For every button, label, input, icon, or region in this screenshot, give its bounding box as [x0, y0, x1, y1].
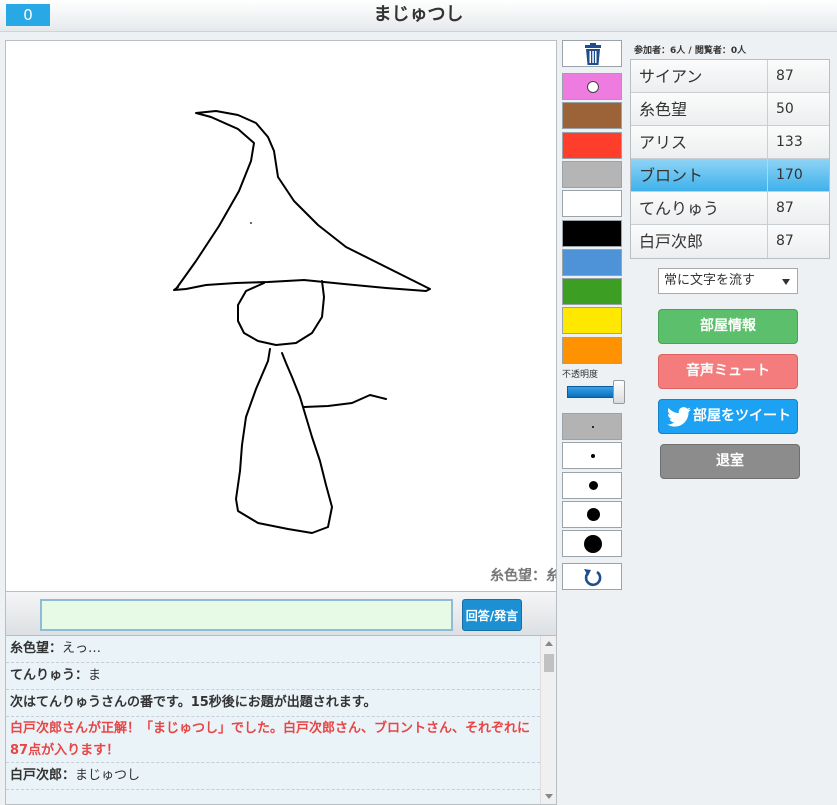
mute-button[interactable]: 音声ミュート [658, 354, 798, 389]
brush-size-button[interactable] [562, 413, 622, 440]
player-row: アリス 133 [631, 126, 829, 159]
brush-dot-icon [588, 481, 598, 491]
brush-dot-icon [584, 535, 602, 554]
player-row: サイアン 87 [631, 60, 829, 93]
color-swatch[interactable] [562, 160, 622, 188]
color-swatch[interactable] [562, 190, 622, 218]
room-stats: 参加者：6人 / 閲覧者：0人 [634, 46, 747, 56]
header: 0 まじゅつし [0, 0, 837, 32]
color-swatch[interactable] [562, 73, 622, 100]
color-swatch[interactable] [562, 307, 622, 335]
opacity-slider-thumb[interactable] [613, 380, 625, 404]
chevron-down-icon [782, 279, 790, 285]
color-swatch[interactable] [562, 102, 622, 130]
answer-submit-button[interactable]: 回答/発言 [462, 599, 522, 631]
player-list: サイアン 87 糸色望 50 アリス 133 ブロント 170 てんりゅう 87 白戸次郎… [630, 59, 830, 259]
player-name: てんりゅう [639, 199, 720, 218]
chat-text: 白戸次郎さんが正解！「まじゅつし」でした。白戸次郎さん、ブロントさん、それぞれに… [10, 721, 531, 758]
answer-input[interactable] [40, 599, 453, 631]
opacity-slider[interactable] [567, 380, 625, 404]
player-score: 87 [767, 60, 831, 93]
chat-list: 糸色望：えっ… てんりゅう：ま 次はてんりゅうさんの番です。15秒後にお題が出題… [6, 636, 540, 790]
color-swatch[interactable] [562, 248, 622, 276]
scroll-thumb[interactable] [544, 654, 554, 672]
player-name: 白戸次郎 [639, 232, 704, 251]
color-swatch[interactable] [562, 278, 622, 306]
page-title: まじゅつし [373, 4, 464, 25]
text-scroll-select[interactable]: 常に文字を流す [658, 268, 798, 294]
player-row: 白戸次郎 87 [631, 225, 829, 258]
player-row: てんりゅう 87 [631, 192, 829, 225]
brush-size-button[interactable] [562, 500, 622, 528]
color-swatch[interactable] [562, 336, 622, 364]
brush-dot-icon [592, 426, 594, 428]
chat-system-message: 次はてんりゅうさんの番です。15秒後にお題が出題されます。 [6, 690, 540, 717]
player-row-active: ブロント 170 [631, 159, 829, 192]
player-name: サイアン [639, 67, 703, 86]
scroll-down-icon[interactable] [545, 794, 553, 799]
chat-correct-message: 白戸次郎さんが正解！「まじゅつし」でした。白戸次郎さん、ブロントさん、それぞれに… [6, 717, 540, 763]
trash-icon [585, 43, 601, 65]
color-swatch[interactable] [562, 219, 622, 247]
player-name: アリス [639, 133, 688, 152]
chat-text: まじゅつし [75, 768, 141, 783]
twitter-bird-icon [667, 407, 691, 427]
chat-scrollbar[interactable] [540, 636, 556, 804]
leave-room-button[interactable]: 退室 [660, 444, 800, 479]
answer-bar: 回答/発言 [5, 592, 557, 636]
player-score: 87 [767, 225, 831, 258]
opacity-slider-track[interactable] [567, 386, 617, 398]
brush-dot-icon [586, 508, 600, 522]
brush-size-button[interactable] [562, 530, 622, 558]
room-info-button[interactable]: 部屋情報 [658, 309, 798, 344]
clear-canvas-button[interactable] [562, 40, 622, 67]
chat-message: てんりゅう：ま [6, 663, 540, 690]
player-name: ブロント [639, 166, 704, 185]
text-scroll-select-value: 常に文字を流す [664, 273, 756, 288]
player-score: 133 [767, 126, 831, 159]
chat-text: ま [88, 668, 102, 683]
tweet-room-label: 部屋をツイート [693, 408, 791, 424]
drawing-strokes [173, 110, 431, 534]
player-score: 170 [767, 159, 831, 192]
scroll-up-icon[interactable] [545, 641, 553, 646]
brush-size-button[interactable] [562, 471, 622, 499]
chat-message: 白戸次郎：まじゅつし [6, 763, 540, 790]
chat-text: 次はてんりゅうさんの番です。15秒後にお題が出題されます。 [10, 695, 377, 710]
chat-text: えっ… [62, 641, 102, 656]
player-score: 87 [767, 192, 831, 225]
chat-speaker: てんりゅう： [10, 668, 89, 683]
player-name: 糸色望 [639, 100, 688, 119]
undo-button[interactable] [562, 563, 622, 590]
chat-log: 糸色望：えっ… てんりゅう：ま 次はてんりゅうさんの番です。15秒後にお題が出題… [5, 636, 557, 805]
color-swatch[interactable] [562, 131, 622, 159]
brush-size-button[interactable] [562, 442, 622, 470]
tweet-room-button[interactable]: 部屋をツイート [658, 399, 798, 434]
chat-speaker: 糸色望： [10, 641, 63, 656]
drawing-canvas[interactable]: 糸色望：糸色望 [5, 40, 557, 592]
undo-icon [584, 569, 602, 587]
drawer-name-label: 糸色望：糸色望 [490, 568, 556, 584]
player-score: 50 [767, 93, 831, 126]
chat-message: 糸色望：えっ… [6, 636, 540, 663]
player-row: 糸色望 50 [631, 93, 829, 126]
chat-speaker: 白戸次郎： [10, 768, 76, 783]
selected-color-indicator-icon [587, 81, 599, 93]
opacity-label: 不透明度 [562, 370, 599, 380]
brush-dot-icon [591, 454, 595, 459]
